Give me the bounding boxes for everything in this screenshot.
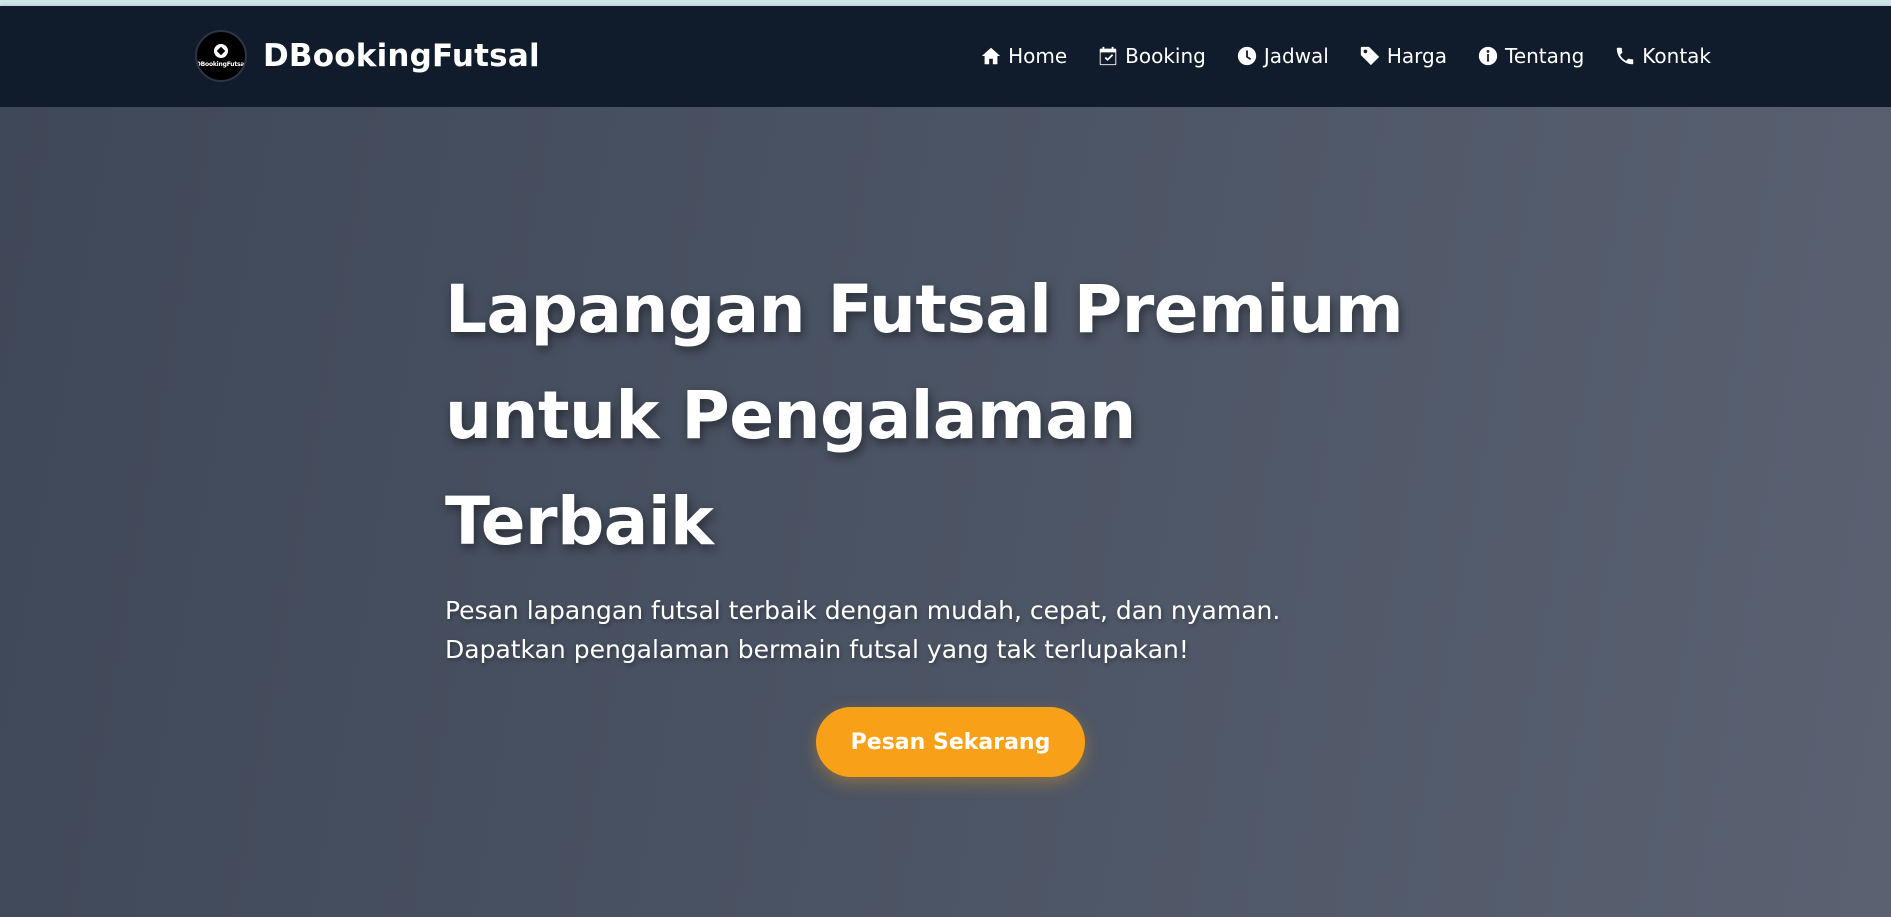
hero-subtitle: Pesan lapangan futsal terbaik dengan mud… [445,591,1455,669]
clock-icon [1237,46,1257,66]
nav-item-home[interactable]: Home [980,44,1067,68]
nav-menu: Home Booking Jadwal Harga Tentang Kontak [980,44,1711,68]
nav-item-label: Jadwal [1263,44,1329,68]
hero-title: Lapangan Futsal Premium untuk Pengalaman… [445,257,1455,575]
home-icon [981,47,1001,65]
logo-text: DBookingFutsal [195,61,247,68]
soccer-ball-icon [214,44,228,58]
info-circle-icon [1478,46,1498,66]
hero-subtitle-line: Pesan lapangan futsal terbaik dengan mud… [445,596,1281,625]
nav-item-label: Kontak [1642,44,1711,68]
nav-item-booking[interactable]: Booking [1097,44,1206,68]
hero-title-line: Terbaik [445,483,714,560]
nav-item-label: Booking [1125,44,1206,68]
brand-name: DBookingFutsal [263,38,540,74]
pesan-sekarang-button[interactable]: Pesan Sekarang [816,707,1085,777]
nav-item-jadwal[interactable]: Jadwal [1236,44,1329,68]
navbar: DBookingFutsal DBookingFutsal Home Booki… [0,6,1891,107]
brand-logo: DBookingFutsal [195,30,247,82]
phone-icon [1617,47,1634,65]
hero-title-line: Lapangan Futsal Premium [445,271,1404,348]
hero-title-line: untuk Pengalaman [445,377,1136,454]
nav-item-label: Home [1008,44,1068,68]
hero-section: Lapangan Futsal Premium untuk Pengalaman… [0,107,1891,917]
hero-subtitle-line: Dapatkan pengalaman bermain futsal yang … [445,635,1189,664]
nav-item-kontak[interactable]: Kontak [1614,44,1711,68]
nav-item-label: Harga [1386,44,1447,68]
brand[interactable]: DBookingFutsal DBookingFutsal [195,30,540,82]
tag-icon [1360,46,1380,66]
nav-item-harga[interactable]: Harga [1359,44,1447,68]
nav-item-label: Tentang [1505,44,1585,68]
calendar-check-icon [1099,46,1117,66]
nav-item-tentang[interactable]: Tentang [1477,44,1584,68]
